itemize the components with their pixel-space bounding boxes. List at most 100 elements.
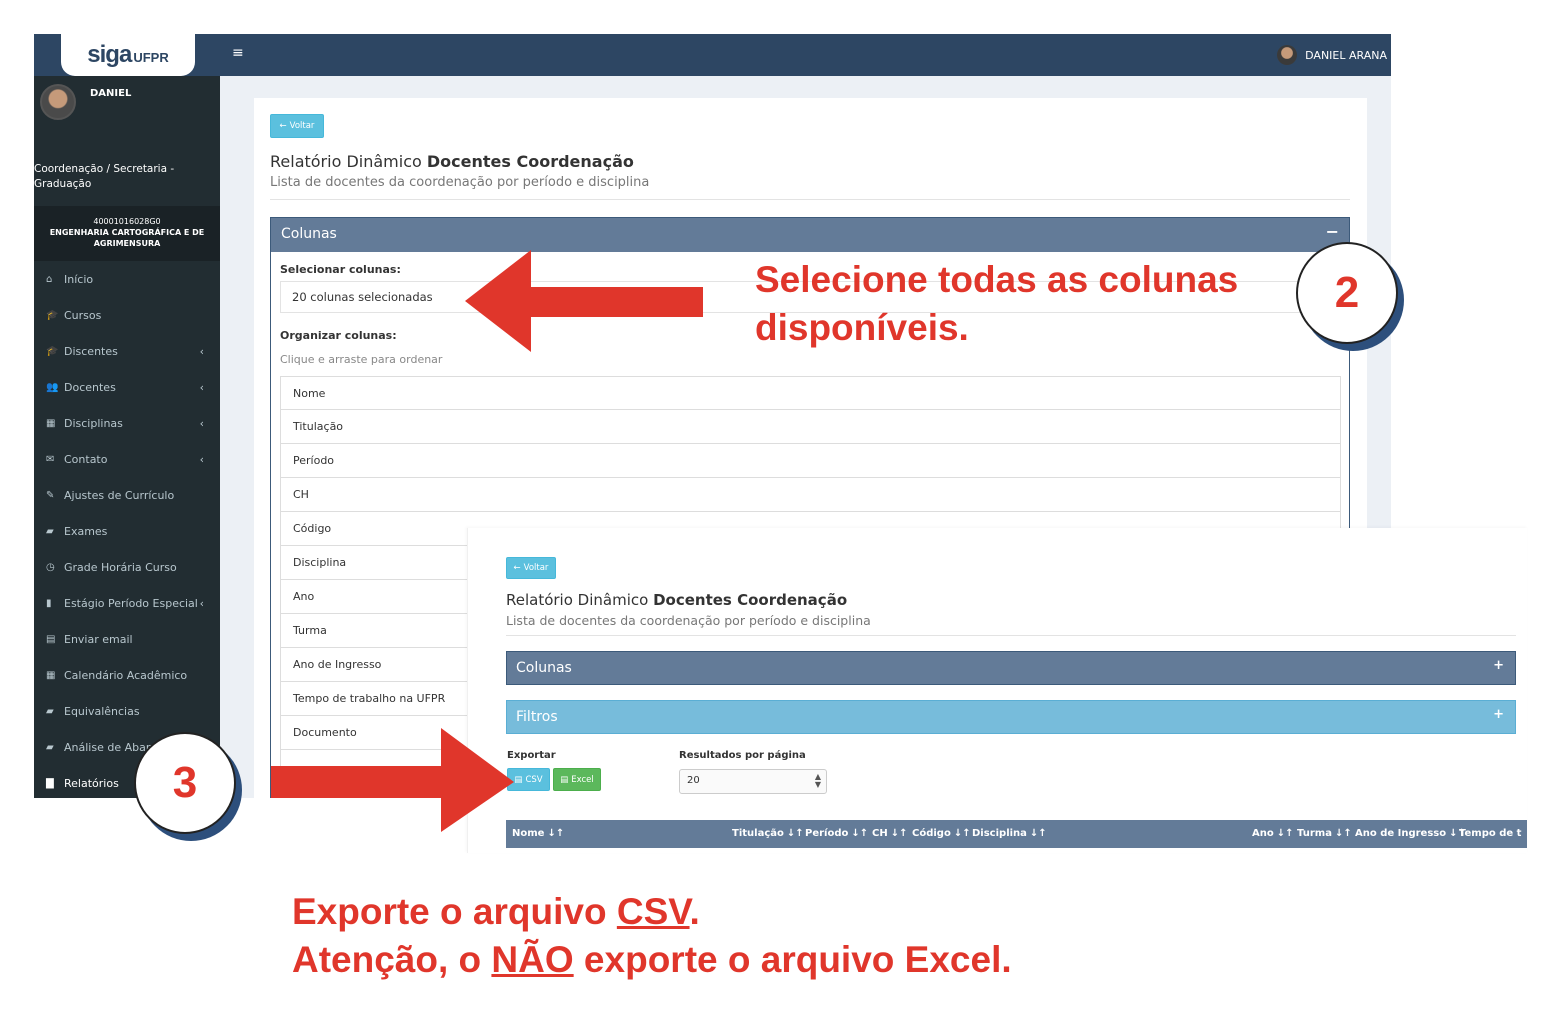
colunas-panel-header[interactable]: Colunas + bbox=[506, 651, 1516, 685]
sidebar-item[interactable]: ▦ Disciplinas ‹ bbox=[34, 405, 220, 441]
sidebar-item[interactable]: ✉ Contato ‹ bbox=[34, 441, 220, 477]
course-code: 40001016028G0 bbox=[93, 217, 161, 226]
top-user-menu[interactable]: DANIEL ARANA bbox=[1277, 45, 1387, 65]
sidebar-item-label: Grade Horária Curso bbox=[64, 560, 177, 574]
sidebar-user-name: DANIEL bbox=[90, 88, 132, 99]
sidebar-item[interactable]: ✎ Ajustes de Currículo bbox=[34, 477, 220, 513]
back-button[interactable]: ← Voltar bbox=[270, 114, 324, 138]
page-title-prefix: Relatório Dinâmico bbox=[270, 152, 422, 171]
table-column-header[interactable]: Período ↓↑ bbox=[805, 828, 868, 839]
sort-icon: ↓↑ bbox=[547, 828, 565, 839]
sidebar-item[interactable]: ▮ Estágio Período Especial ‹ bbox=[34, 585, 220, 621]
step-3-line-2: Atenção, o NÃO exporte o arquivo Excel. bbox=[292, 936, 1012, 984]
page-title: Relatório Dinâmico Docentes Coordenação bbox=[270, 152, 634, 171]
course-name: ENGENHARIA CARTOGRÁFICA E DE AGRIMENSURA bbox=[49, 228, 205, 248]
step-3-badge: 3 bbox=[134, 732, 236, 834]
chevron-left-icon: ‹ bbox=[199, 416, 204, 430]
graduation-cap-icon: 🎓 bbox=[46, 345, 59, 357]
chevron-left-icon: ‹ bbox=[199, 452, 204, 466]
table-column-header[interactable]: Disciplina ↓↑ bbox=[972, 828, 1047, 839]
collapse-icon[interactable]: − bbox=[1326, 222, 1339, 241]
page-title-prefix: Relatório Dinâmico bbox=[506, 591, 649, 609]
sort-icon: ↓↑ bbox=[851, 828, 869, 839]
chevron-left-icon: ‹ bbox=[199, 344, 204, 358]
colunas-title: Colunas bbox=[281, 226, 337, 242]
expand-icon[interactable]: + bbox=[1493, 658, 1504, 673]
list-item[interactable]: Nome bbox=[280, 376, 1341, 410]
sidebar-item-label: Início bbox=[64, 272, 94, 286]
chevron-left-icon: ‹ bbox=[199, 380, 204, 394]
table-column-header[interactable]: CH ↓↑ bbox=[872, 828, 907, 839]
list-item[interactable]: Período bbox=[280, 444, 1341, 478]
line2-underlined: NÃO bbox=[491, 939, 574, 980]
sidebar-item[interactable]: ▦ Calendário Acadêmico bbox=[34, 657, 220, 693]
sidebar-item[interactable]: ◷ Grade Horária Curso bbox=[34, 549, 220, 585]
table-column-header[interactable]: Turma ↓↑ bbox=[1297, 828, 1352, 839]
sort-icon: ↓↑ bbox=[953, 828, 971, 839]
column-header-label: Tempo de t bbox=[1459, 828, 1522, 839]
per-page-label: Resultados por página bbox=[679, 750, 806, 761]
column-header-label: Código bbox=[912, 828, 951, 839]
sidebar-item[interactable]: 🎓 Discentes ‹ bbox=[34, 333, 220, 369]
csv-button-label: CSV bbox=[525, 774, 543, 785]
sidebar-item[interactable]: 🎓 Cursos bbox=[34, 297, 220, 333]
edit-icon: ✎ bbox=[46, 489, 55, 501]
column-header-label: Titulação bbox=[732, 828, 784, 839]
step-2-badge: 2 bbox=[1296, 242, 1398, 344]
avatar bbox=[1277, 45, 1298, 65]
page-title: Relatório Dinâmico Docentes Coordenação bbox=[506, 591, 847, 609]
expand-icon[interactable]: + bbox=[1493, 707, 1504, 722]
users-icon: 👥 bbox=[46, 381, 59, 393]
colunas-title: Colunas bbox=[516, 660, 572, 676]
sidebar-item-label: Cursos bbox=[64, 308, 102, 322]
sidebar-item[interactable]: ▰ Equivalências bbox=[34, 693, 220, 729]
page-subtitle: Lista de docentes da coordenação por per… bbox=[506, 613, 871, 628]
siga-logo[interactable]: siga UFPR bbox=[61, 34, 195, 76]
step-2-line-1: Selecione todas as colunas bbox=[755, 259, 1239, 300]
user-panel: DANIEL bbox=[34, 76, 220, 166]
filtros-panel-header[interactable]: Filtros + bbox=[506, 700, 1516, 734]
column-header-label: Período bbox=[805, 828, 849, 839]
list-item[interactable]: Titulação bbox=[280, 410, 1341, 444]
table-column-header[interactable]: Código ↓↑ bbox=[912, 828, 971, 839]
top-user-name: DANIEL ARANA bbox=[1305, 48, 1387, 62]
user-role: Coordenação / Secretaria - Graduação bbox=[34, 163, 175, 190]
sort-icon: ↓↑ bbox=[1276, 828, 1294, 839]
table-column-header[interactable]: Tempo de t bbox=[1459, 828, 1521, 839]
line2-suffix: exporte o arquivo Excel. bbox=[573, 939, 1012, 980]
sidebar-item-label: Disciplinas bbox=[64, 416, 123, 430]
table-column-header[interactable]: Ano ↓↑ bbox=[1252, 828, 1294, 839]
table-column-header[interactable]: Ano de Ingresso ↓↑ bbox=[1355, 828, 1466, 839]
page-subtitle: Lista de docentes da coordenação por per… bbox=[270, 175, 650, 190]
sidebar-item[interactable]: ▤ Enviar email bbox=[34, 621, 220, 657]
organize-columns-label: Organizar colunas: bbox=[280, 329, 397, 342]
sidebar-item-label: Enviar email bbox=[64, 632, 133, 646]
hamburger-menu-icon[interactable]: ≡ bbox=[232, 45, 244, 61]
arrow-left-annotation bbox=[465, 250, 703, 352]
sidebar-item[interactable]: ▰ Exames bbox=[34, 513, 220, 549]
column-header-label: Disciplina bbox=[972, 828, 1027, 839]
per-page-value: 20 bbox=[687, 775, 700, 786]
chevron-left-icon: ‹ bbox=[199, 596, 204, 610]
per-page-select[interactable]: 20 ▲ ▼ bbox=[679, 769, 827, 794]
back-button[interactable]: ← Voltar bbox=[506, 557, 556, 579]
sidebar-item-label: Ajustes de Currículo bbox=[64, 488, 175, 502]
table-column-header[interactable]: Titulação ↓↑ bbox=[732, 828, 804, 839]
sidebar-item[interactable]: ⌂ Início bbox=[34, 261, 220, 297]
document-icon: ▇ bbox=[46, 777, 54, 789]
calendar-icon: ▦ bbox=[46, 669, 56, 681]
logo-ufpr-text: UFPR bbox=[133, 49, 169, 65]
table-column-header[interactable]: Nome ↓↑ bbox=[512, 828, 564, 839]
back-button-label: Voltar bbox=[289, 121, 315, 131]
arrow-right-annotation bbox=[271, 728, 514, 832]
sidebar-item[interactable]: 👥 Docentes ‹ bbox=[34, 369, 220, 405]
sidebar-item-label: Exames bbox=[64, 524, 108, 538]
drag-hint: Clique e arraste para ordenar bbox=[280, 353, 443, 366]
list-item[interactable]: CH bbox=[280, 478, 1341, 512]
sidebar-item-label: Estágio Período Especial bbox=[64, 596, 198, 610]
briefcase-icon: ▮ bbox=[46, 597, 52, 609]
column-header-label: Nome bbox=[512, 828, 545, 839]
export-excel-button[interactable]: ▤ Excel bbox=[553, 768, 601, 791]
colunas-panel-header[interactable]: Colunas − bbox=[271, 218, 1349, 252]
file-icon: ▤ bbox=[46, 633, 56, 645]
